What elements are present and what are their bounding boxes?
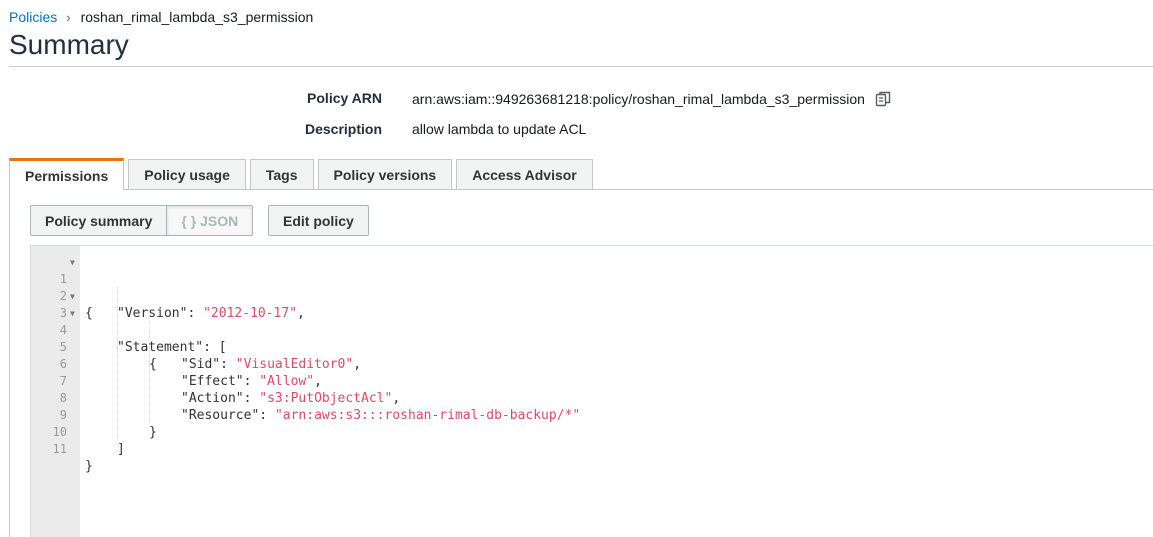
code-line: 6 "Effect": "Allow", bbox=[31, 339, 1131, 389]
code-line: 5 "Sid": "VisualEditor0", bbox=[31, 322, 1131, 372]
code-line: 3 ▼ "Statement": [ bbox=[31, 288, 1131, 355]
code-line: 9 } bbox=[31, 390, 1131, 440]
breadcrumb-policies-link[interactable]: Policies bbox=[9, 9, 57, 25]
code-text: ] bbox=[117, 442, 125, 457]
policy-arn-label: Policy ARN bbox=[307, 90, 382, 106]
fold-arrow-icon[interactable]: ▼ bbox=[70, 305, 75, 322]
code-text: } bbox=[85, 459, 93, 474]
json-button[interactable]: { } JSON bbox=[167, 205, 254, 236]
panel-border bbox=[9, 189, 10, 537]
code-line: 7 "Action": "s3:PutObjectAcl", bbox=[31, 356, 1131, 406]
copy-icon[interactable] bbox=[874, 90, 892, 108]
code-line: 2 "Version": "2012-10-17", bbox=[31, 271, 1131, 321]
tab-access-advisor[interactable]: Access Advisor bbox=[456, 159, 593, 189]
code-line: 4 ▼ { bbox=[31, 305, 1131, 372]
tab-policy-versions[interactable]: Policy versions bbox=[317, 159, 453, 189]
line-number: 11 bbox=[52, 442, 67, 456]
tab-permissions[interactable]: Permissions bbox=[9, 158, 125, 190]
title-divider bbox=[9, 66, 1153, 67]
breadcrumb-current: roshan_rimal_lambda_s3_permission bbox=[80, 9, 314, 25]
breadcrumb: Policies › roshan_rimal_lambda_s3_permis… bbox=[9, 9, 313, 25]
fold-arrow-icon[interactable]: ▼ bbox=[70, 254, 75, 271]
page-title: Summary bbox=[9, 29, 129, 60]
description-label: Description bbox=[304, 121, 382, 137]
policy-arn-value: arn:aws:iam::949263681218:policy/roshan_… bbox=[412, 90, 892, 108]
code-line: 1 ▼ { bbox=[31, 254, 1131, 321]
code-line: 8 "Resource": "arn:aws:s3:::roshan-rimal… bbox=[31, 373, 1131, 423]
code-line: 10 ] bbox=[31, 407, 1131, 457]
tab-tags[interactable]: Tags bbox=[249, 159, 314, 189]
description-value: allow lambda to update ACL bbox=[412, 121, 587, 137]
fold-arrow-icon[interactable]: ▼ bbox=[70, 288, 75, 305]
policy-arn-text: arn:aws:iam::949263681218:policy/roshan_… bbox=[412, 91, 865, 107]
tabs-divider bbox=[9, 189, 1153, 190]
tab-bar: Permissions Policy usage Tags Policy ver… bbox=[9, 158, 597, 190]
edit-policy-button[interactable]: Edit policy bbox=[268, 205, 369, 236]
chevron-right-icon: › bbox=[66, 9, 71, 25]
code-line: 11 } bbox=[31, 424, 1131, 474]
json-editor[interactable]: 1 ▼ { 2 "Version": "2012-10-17", 3 ▼ "St… bbox=[30, 245, 1153, 537]
tab-policy-usage[interactable]: Policy usage bbox=[128, 159, 246, 189]
view-toggle-group: Policy summary { } JSON bbox=[30, 205, 254, 236]
policy-summary-button[interactable]: Policy summary bbox=[30, 205, 168, 236]
